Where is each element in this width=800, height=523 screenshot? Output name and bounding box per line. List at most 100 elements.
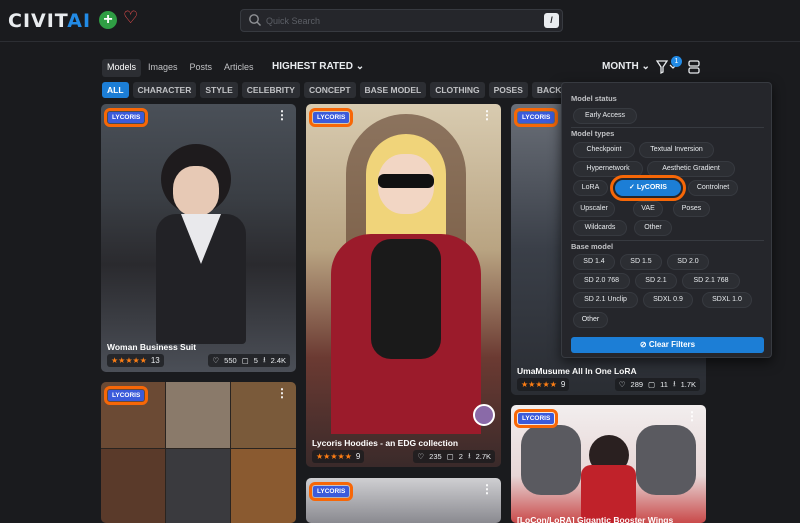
model-status-label: Model status xyxy=(571,94,617,103)
filter-sdxl-0-9[interactable]: SDXL 0.9 xyxy=(643,292,693,308)
heart-icon[interactable]: ♡ xyxy=(123,8,141,28)
chip-character[interactable]: CHARACTER xyxy=(132,82,197,98)
model-card[interactable]: LYCORIS ⋮ Woman Business Suit ★★★★★ 13 ♡ 5… xyxy=(101,104,296,372)
more-options-icon[interactable]: ⋮ xyxy=(276,109,288,121)
filter-textual-inversion[interactable]: Textual Inversion xyxy=(639,142,714,158)
model-thumbnail xyxy=(306,478,501,523)
period-label: MONTH xyxy=(602,61,639,72)
chip-celebrity[interactable]: CELEBRITY xyxy=(241,82,300,98)
search-bar[interactable]: / xyxy=(240,9,563,32)
chip-concept[interactable]: CONCEPT xyxy=(303,82,356,98)
tab-articles[interactable]: Articles xyxy=(219,59,259,77)
search-icon xyxy=(249,14,261,26)
filter-lora[interactable]: LoRA xyxy=(573,180,608,196)
heart-icon: ♡ xyxy=(417,452,425,461)
filter-vae[interactable]: VAE xyxy=(633,201,663,217)
filter-wildcards[interactable]: Wildcards xyxy=(573,220,627,236)
filter-controlnet[interactable]: Controlnet xyxy=(688,180,738,196)
filter-sd-2-0[interactable]: SD 2.0 xyxy=(667,254,709,270)
tab-models[interactable]: Models xyxy=(102,59,142,77)
base-model-label: Base model xyxy=(571,242,614,251)
model-title[interactable]: [LoCon/LoRA] Gigantic Booster Wings Conc… xyxy=(517,515,706,523)
engagement-stats: ♡ 289 ▢ 11 ⭳ 1.7K xyxy=(614,378,700,391)
filter-hypernetwork[interactable]: Hypernetwork xyxy=(573,161,643,177)
model-card[interactable]: LYCORIS ⋮ xyxy=(101,382,296,523)
filter-sd-1-4[interactable]: SD 1.4 xyxy=(573,254,615,270)
filter-lycoris[interactable]: ✓ LyCORIS xyxy=(610,175,686,201)
download-count: 2.4K xyxy=(270,356,286,365)
filter-off-icon: ⊘ xyxy=(639,340,649,349)
model-stats: ★★★★★ 9 ♡ 235 ▢ 2 ⭳ 2.7K xyxy=(312,450,495,463)
model-type-badge: LYCORIS xyxy=(103,386,149,405)
model-card[interactable]: LYCORIS ⋮ Lycoris Hoodies - an EDG colle… xyxy=(306,104,501,467)
search-shortcut-key: / xyxy=(544,13,559,28)
filter-upscaler[interactable]: Upscaler xyxy=(573,201,615,217)
sort-dropdown[interactable]: HIGHEST RATED ⌄ xyxy=(272,61,364,72)
chip-all[interactable]: ALL xyxy=(102,82,129,98)
tab-posts[interactable]: Posts xyxy=(185,59,218,77)
star-rating-icon: ★★★★★ xyxy=(111,356,147,365)
model-thumbnail xyxy=(101,382,296,523)
layout-toggle-icon[interactable] xyxy=(688,60,700,74)
download-icon: ⭳ xyxy=(672,379,676,388)
filter-dropdown: Model status Early Access Model types Ch… xyxy=(561,82,772,358)
chip-clothing[interactable]: CLOTHING xyxy=(430,82,485,98)
comment-icon: ▢ xyxy=(241,356,249,365)
tab-images[interactable]: Images xyxy=(143,59,183,77)
filter-sd-1-5[interactable]: SD 1.5 xyxy=(620,254,662,270)
comment-count: 5 xyxy=(253,356,258,365)
model-title[interactable]: Woman Business Suit xyxy=(107,342,196,352)
create-plus-icon[interactable]: + xyxy=(99,11,117,29)
chip-poses[interactable]: POSES xyxy=(488,82,528,98)
filter-early-access[interactable]: Early Access xyxy=(573,108,637,124)
model-title[interactable]: Lycoris Hoodies - an EDG collection xyxy=(312,438,458,448)
filter-sdxl-1-0[interactable]: SDXL 1.0 xyxy=(702,292,752,308)
model-title[interactable]: UmaMusume All In One LoRA xyxy=(517,366,637,376)
rating-count: 9 xyxy=(355,452,361,461)
star-rating-icon: ★★★★★ xyxy=(521,380,557,389)
filter-other-type[interactable]: Other xyxy=(634,220,672,236)
search-input[interactable] xyxy=(266,12,536,30)
more-options-icon[interactable]: ⋮ xyxy=(481,109,493,121)
logo-text: CIVIT xyxy=(8,10,68,32)
engagement-stats: ♡ 235 ▢ 2 ⭳ 2.7K xyxy=(413,450,495,463)
filter-sd-2-0-768[interactable]: SD 2.0 768 xyxy=(573,273,630,289)
filter-sd-2-1[interactable]: SD 2.1 xyxy=(635,273,677,289)
model-types-label: Model types xyxy=(571,129,615,138)
comment-count: 11 xyxy=(660,380,668,389)
engagement-stats: ♡ 550 ▢ 5 ⭳ 2.4K xyxy=(208,354,290,367)
download-count: 1.7K xyxy=(680,380,696,389)
model-thumbnail xyxy=(101,104,296,372)
filter-poses[interactable]: Poses xyxy=(673,201,710,217)
check-icon: ✓ xyxy=(629,184,637,191)
clear-filters-label: Clear Filters xyxy=(648,340,696,349)
filter-other-base[interactable]: Other xyxy=(573,312,608,328)
sort-label: HIGHEST RATED xyxy=(272,61,353,72)
creator-avatar[interactable] xyxy=(473,404,495,426)
download-icon: ⭳ xyxy=(467,451,471,460)
more-options-icon[interactable]: ⋮ xyxy=(276,387,288,399)
rating: ★★★★★ 13 xyxy=(107,354,164,367)
category-chips: ALL CHARACTER STYLE CELEBRITY CONCEPT BA… xyxy=(102,82,605,98)
filter-checkpoint[interactable]: Checkpoint xyxy=(573,142,635,158)
filter-aesthetic-gradient[interactable]: Aesthetic Gradient xyxy=(647,161,735,177)
model-stats: ★★★★★ 9 ♡ 289 ▢ 11 ⭳ 1.7K xyxy=(517,378,700,391)
model-card[interactable]: LYCORIS ⋮ [LoCon/LoRA] Gigantic Booster … xyxy=(511,405,706,523)
like-count: 289 xyxy=(630,380,644,389)
download-icon: ⭳ xyxy=(262,355,266,364)
civitai-logo[interactable]: CIVITAI xyxy=(8,10,91,32)
period-dropdown[interactable]: MONTH ⌄ xyxy=(602,61,650,72)
model-card[interactable]: LYCORIS ⋮ xyxy=(306,478,501,523)
chip-style[interactable]: STYLE xyxy=(200,82,238,98)
rating: ★★★★★ 9 xyxy=(312,450,365,463)
more-options-icon[interactable]: ⋮ xyxy=(686,410,698,422)
filter-sd-2-1-unclip[interactable]: SD 2.1 Unclip xyxy=(573,292,638,308)
logo-accent: AI xyxy=(67,10,92,32)
chip-base-model[interactable]: BASE MODEL xyxy=(359,82,427,98)
more-options-icon[interactable]: ⋮ xyxy=(481,483,493,495)
clear-filters-button[interactable]: ⊘ Clear Filters xyxy=(571,337,764,353)
model-stats: ★★★★★ 13 ♡ 550 ▢ 5 ⭳ 2.4K xyxy=(107,354,290,367)
model-type-badge: LYCORIS xyxy=(308,108,354,127)
model-type-badge: LYCORIS xyxy=(513,108,559,127)
filter-sd-2-1-768[interactable]: SD 2.1 768 xyxy=(682,273,740,289)
